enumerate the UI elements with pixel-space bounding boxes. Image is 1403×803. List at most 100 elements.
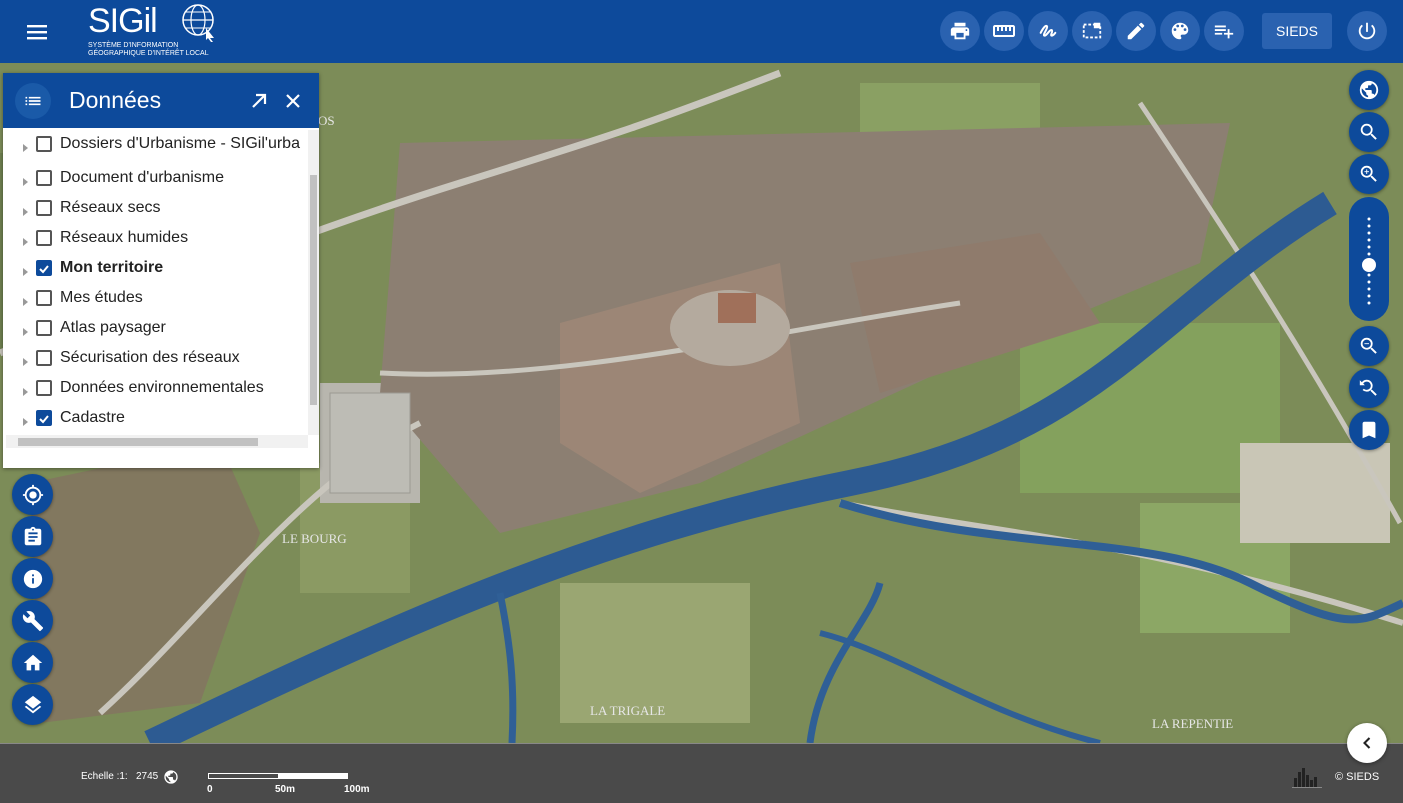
- scale-tick-50m: 50m: [275, 784, 296, 795]
- add-layer-button[interactable]: [1204, 11, 1244, 51]
- home-button[interactable]: [12, 642, 53, 683]
- list-icon: [25, 96, 41, 106]
- expand-arrow-icon[interactable]: [23, 268, 28, 276]
- expand-arrow-icon[interactable]: [23, 328, 28, 336]
- world-view-button[interactable]: [1349, 70, 1389, 110]
- globe-logo-icon: [182, 4, 214, 42]
- layer-checkbox[interactable]: [36, 290, 52, 306]
- user-sieds-button[interactable]: SIEDS: [1262, 13, 1332, 49]
- hamburger-menu-button[interactable]: [18, 16, 56, 48]
- expand-arrow-icon[interactable]: [23, 238, 28, 246]
- layer-item[interactable]: Cadastre: [3, 406, 307, 436]
- expand-arrow-icon[interactable]: [23, 358, 28, 366]
- logo-text: SIGil: [88, 2, 158, 40]
- add-layer-icon: [1214, 25, 1234, 39]
- chevron-left-icon: [1363, 737, 1371, 749]
- statistics-icon[interactable]: [1292, 766, 1322, 788]
- zoom-out-button[interactable]: [1349, 326, 1389, 366]
- layer-checkbox[interactable]: [36, 170, 52, 186]
- vertical-scrollbar[interactable]: [308, 130, 319, 435]
- layer-label: Atlas paysager: [60, 319, 166, 336]
- bookmark-button[interactable]: [1349, 410, 1389, 450]
- crosshair-icon: [22, 484, 43, 505]
- draw-button[interactable]: [1028, 11, 1068, 51]
- zoom-slider[interactable]: [1349, 197, 1389, 321]
- tools-button[interactable]: [12, 600, 53, 641]
- layer-label: Données environnementales: [60, 379, 264, 396]
- layer-checkbox[interactable]: [36, 200, 52, 216]
- layer-item[interactable]: Réseaux secs: [3, 196, 307, 226]
- previous-view-button[interactable]: [1349, 368, 1389, 408]
- layers-icon: [24, 695, 41, 713]
- projection-button[interactable]: [163, 769, 179, 785]
- power-icon: [1358, 22, 1376, 40]
- zoom-in-button[interactable]: [1349, 154, 1389, 194]
- select-area-button[interactable]: [1072, 11, 1112, 51]
- layer-checkbox[interactable]: [36, 230, 52, 246]
- expand-arrow-icon[interactable]: [23, 418, 28, 426]
- geolocate-button[interactable]: [12, 474, 53, 515]
- select-area-icon: [1082, 22, 1102, 39]
- layer-list-button[interactable]: [15, 83, 51, 119]
- scale-bar: [208, 773, 348, 779]
- palette-icon: [1171, 22, 1189, 40]
- logout-button[interactable]: [1347, 11, 1387, 51]
- home-icon: [23, 654, 42, 670]
- expand-arrow-icon[interactable]: [23, 144, 28, 152]
- layer-checkbox[interactable]: [36, 136, 52, 152]
- print-button[interactable]: [940, 11, 980, 51]
- logo-subtitle-line2: GÉOGRAPHIQUE D'INTÉRÊT LOCAL: [88, 50, 209, 57]
- layer-label: Sécurisation des réseaux: [60, 349, 240, 366]
- pencil-icon: [1127, 22, 1145, 40]
- horizontal-scroll-thumb[interactable]: [18, 438, 258, 446]
- scale-tick-0: 0: [207, 784, 213, 795]
- edit-button[interactable]: [1116, 11, 1156, 51]
- layer-checkbox[interactable]: [36, 320, 52, 336]
- search-icon: [1360, 123, 1377, 140]
- status-bar: Echelle :1: 2745 0 50m 100m © SIEDS: [0, 743, 1403, 803]
- measure-button[interactable]: [984, 11, 1024, 51]
- map-label-la-trigale: LA TRIGALE: [590, 703, 666, 718]
- zoom-out-icon: [1360, 337, 1377, 354]
- layer-item[interactable]: Document d'urbanisme: [3, 166, 307, 196]
- search-button[interactable]: [1349, 112, 1389, 152]
- layer-item[interactable]: Atlas paysager: [3, 316, 307, 346]
- data-panel-header: Données: [3, 73, 319, 128]
- layer-label: Mon territoire: [60, 259, 164, 276]
- layer-item[interactable]: Données environnementales: [3, 376, 307, 406]
- expand-arrow-icon[interactable]: [23, 388, 28, 396]
- map-label-la-repentie: LA REPENTIE: [1152, 716, 1234, 731]
- scale-label: Echelle :1:: [81, 771, 128, 782]
- panel-detach-button[interactable]: [247, 89, 271, 113]
- copyright-text: © SIEDS: [1335, 771, 1380, 783]
- panel-close-button[interactable]: [281, 89, 305, 113]
- layer-label: Dossiers d'Urbanisme - SIGil'urba: [60, 135, 300, 152]
- clipboard-icon: [24, 526, 41, 545]
- report-button[interactable]: [12, 516, 53, 557]
- collapse-panel-button[interactable]: [1347, 723, 1387, 763]
- layer-checkbox[interactable]: [36, 350, 52, 366]
- layer-item[interactable]: Dossiers d'Urbanisme - SIGil'urba: [3, 132, 307, 162]
- layer-item[interactable]: Réseaux humides: [3, 226, 307, 256]
- vertical-scroll-thumb[interactable]: [310, 175, 317, 405]
- expand-arrow-icon[interactable]: [23, 298, 28, 306]
- layer-checkbox[interactable]: [36, 380, 52, 396]
- info-button[interactable]: [12, 558, 53, 599]
- zoom-slider-handle[interactable]: [1362, 258, 1376, 272]
- layer-checkbox-checked[interactable]: [36, 260, 52, 276]
- logo-subtitle-line1: SYSTÈME D'INFORMATION: [88, 42, 179, 49]
- arrow-up-right-icon: [252, 93, 267, 108]
- zoom-history-icon: [1359, 379, 1377, 396]
- zoom-slider-track: [1362, 217, 1376, 305]
- layers-button[interactable]: [12, 684, 53, 725]
- sigil-logo[interactable]: SIGil SYSTÈME D'INFORMATION GÉOGRAPHIQUE…: [84, 2, 224, 60]
- style-button[interactable]: [1160, 11, 1200, 51]
- expand-arrow-icon[interactable]: [23, 208, 28, 216]
- horizontal-scrollbar[interactable]: [6, 435, 308, 448]
- layer-checkbox-checked[interactable]: [36, 410, 52, 426]
- layer-item[interactable]: Mes études: [3, 286, 307, 316]
- expand-arrow-icon[interactable]: [23, 178, 28, 186]
- app-header: SIGil SYSTÈME D'INFORMATION GÉOGRAPHIQUE…: [0, 0, 1403, 63]
- layer-item[interactable]: Sécurisation des réseaux: [3, 346, 307, 376]
- layer-item[interactable]: Mon territoire: [3, 256, 307, 286]
